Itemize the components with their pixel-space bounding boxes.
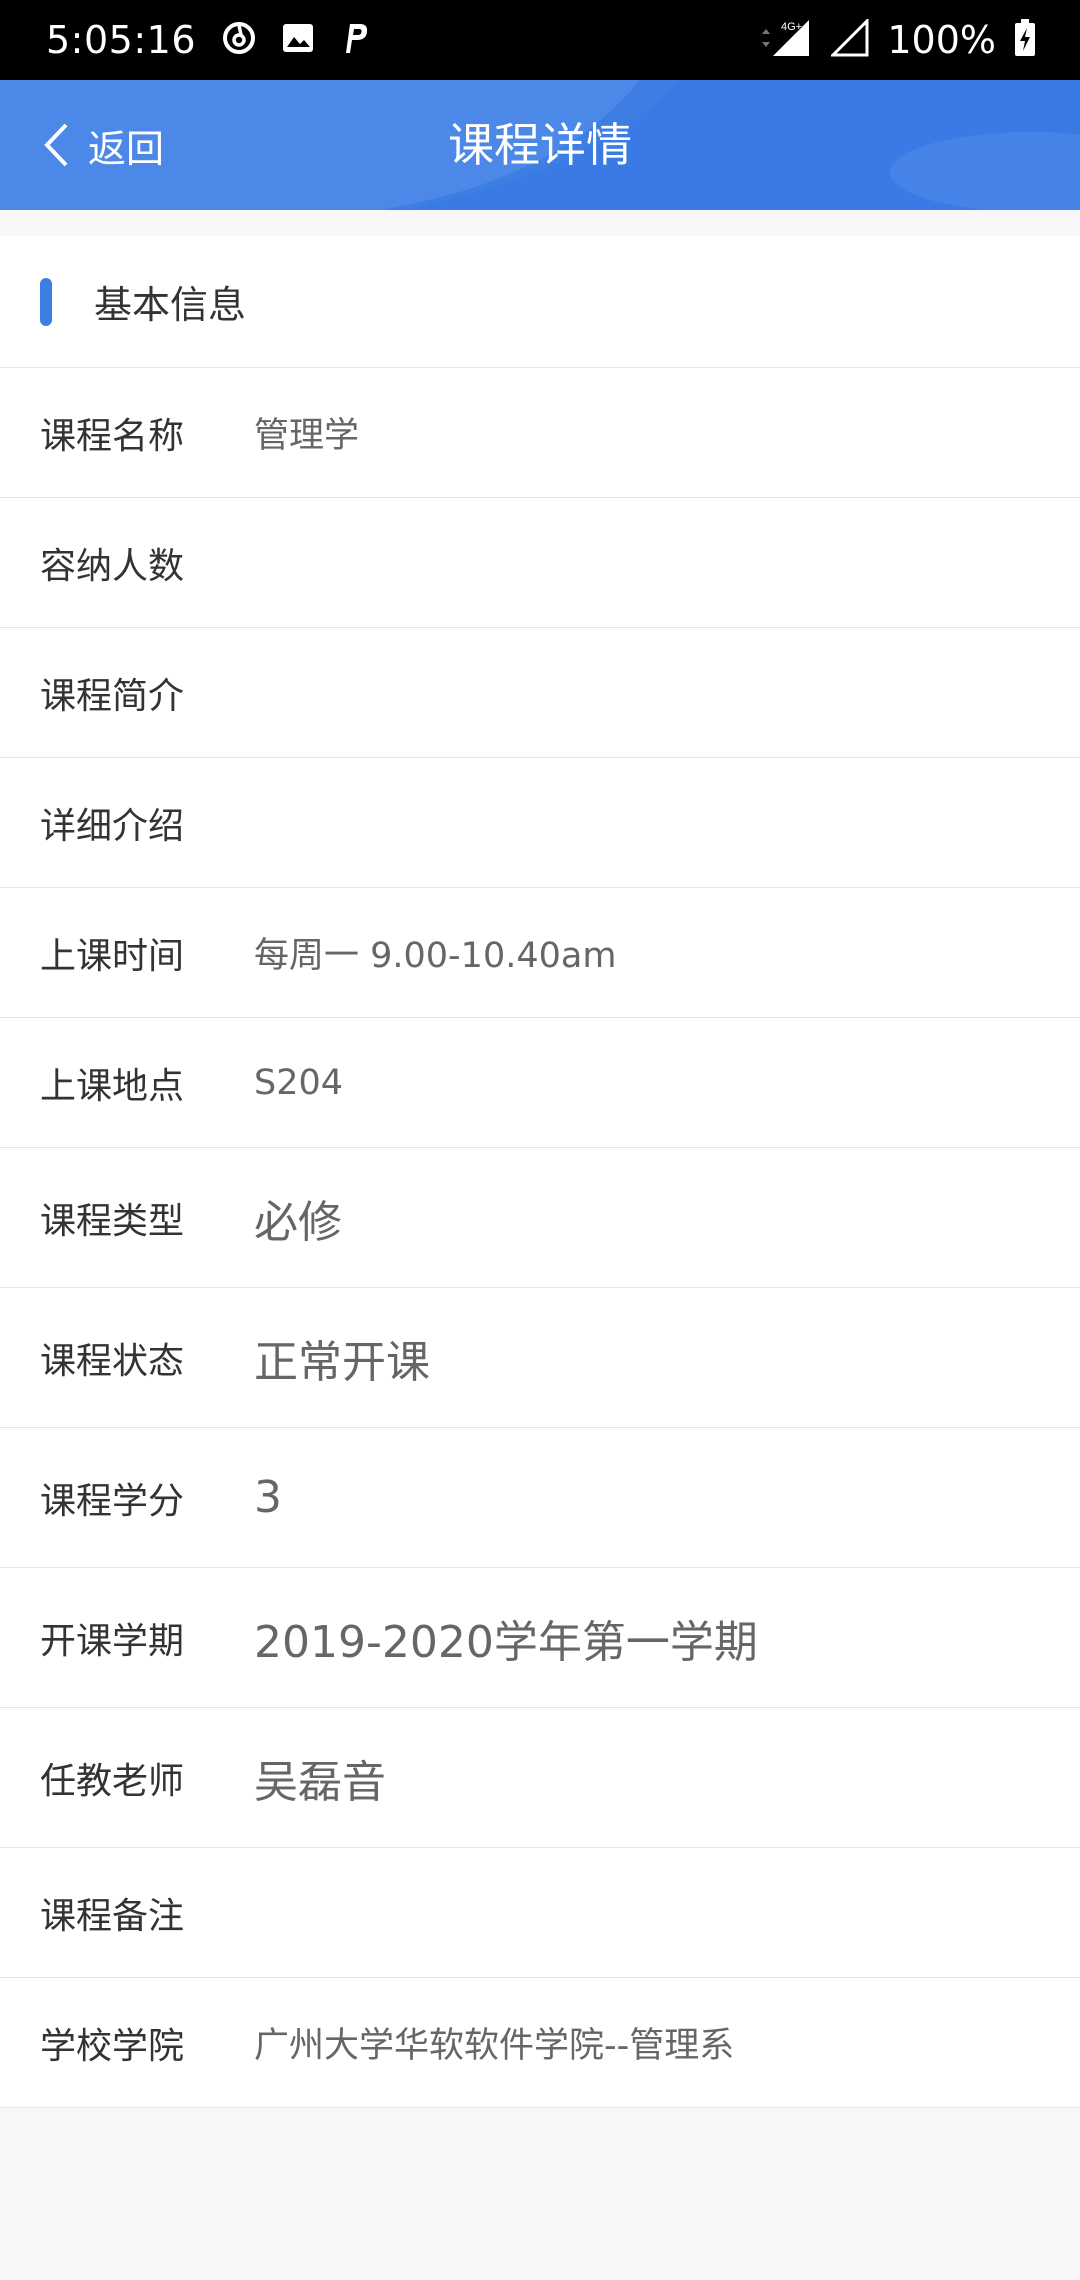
row-course-notes: 课程备注: [0, 1848, 1080, 1978]
row-value: 吴磊音: [254, 1756, 386, 1808]
row-label: 课程名称: [40, 415, 185, 457]
netease-cloud-music-icon: [222, 21, 256, 59]
row-value: 正常开课: [254, 1336, 430, 1388]
row-label: 课程类型: [40, 1200, 185, 1242]
section-accent-bar: [40, 277, 52, 326]
row-label: 课程备注: [40, 1895, 185, 1937]
row-course-summary: 课程简介: [0, 628, 1080, 758]
row-course-type: 课程类型 必修: [0, 1148, 1080, 1288]
section-header: 基本信息: [0, 236, 1080, 368]
status-time: 5:05:16: [46, 18, 196, 62]
data-arrows-icon: 4G+: [757, 18, 813, 62]
row-semester: 开课学期 2019-2020学年第一学期: [0, 1568, 1080, 1708]
row-course-credits: 课程学分 3: [0, 1428, 1080, 1568]
notification-icons: [222, 21, 370, 59]
row-detailed-intro: 详细介绍: [0, 758, 1080, 888]
course-info-list: 基本信息 课程名称 管理学 容纳人数 课程简介 详细介绍 上课时间 每周一 9.…: [0, 236, 1080, 2108]
status-right: 4G+ 100%: [757, 17, 1036, 62]
row-value: 广州大学华软软件学院--管理系: [254, 2026, 735, 2066]
row-school-college: 学校学院 广州大学华软软件学院--管理系: [0, 1978, 1080, 2108]
row-class-location: 上课地点 S204: [0, 1018, 1080, 1148]
row-teacher: 任教老师 吴磊音: [0, 1708, 1080, 1848]
network-badge: 4G+: [781, 21, 802, 33]
row-value: 每周一 9.00-10.40am: [254, 936, 617, 976]
battery-percent: 100%: [887, 18, 996, 62]
battery-charging-icon: [1014, 19, 1036, 61]
row-label: 课程学分: [40, 1480, 185, 1522]
back-label: 返回: [88, 126, 165, 171]
back-button[interactable]: 返回: [42, 80, 164, 210]
gallery-icon: [282, 23, 314, 57]
row-value: 2019-2020学年第一学期: [254, 1616, 758, 1668]
row-label: 上课时间: [40, 935, 185, 977]
app-header: 返回 课程详情: [0, 80, 1080, 210]
row-value: S204: [254, 1062, 344, 1103]
row-value: 管理学: [254, 416, 360, 456]
row-label: 开课学期: [40, 1620, 185, 1662]
signal-empty-icon: [829, 17, 869, 61]
row-value: 必修: [254, 1196, 342, 1248]
row-value: 3: [254, 1472, 282, 1523]
row-label: 容纳人数: [40, 545, 185, 587]
row-course-name: 课程名称 管理学: [0, 368, 1080, 498]
row-label: 详细介绍: [40, 805, 185, 847]
p-app-icon: [340, 21, 370, 59]
row-capacity: 容纳人数: [0, 498, 1080, 628]
row-label: 上课地点: [40, 1065, 185, 1107]
chevron-left-icon: [44, 123, 68, 167]
row-class-time: 上课时间 每周一 9.00-10.40am: [0, 888, 1080, 1018]
row-label: 学校学院: [40, 2025, 185, 2067]
row-label: 任教老师: [40, 1760, 185, 1802]
section-title: 基本信息: [94, 283, 247, 327]
status-bar: 5:05:16 4G+ 100%: [0, 0, 1080, 80]
row-label: 课程简介: [40, 675, 185, 717]
row-label: 课程状态: [40, 1340, 185, 1382]
row-course-status: 课程状态 正常开课: [0, 1288, 1080, 1428]
